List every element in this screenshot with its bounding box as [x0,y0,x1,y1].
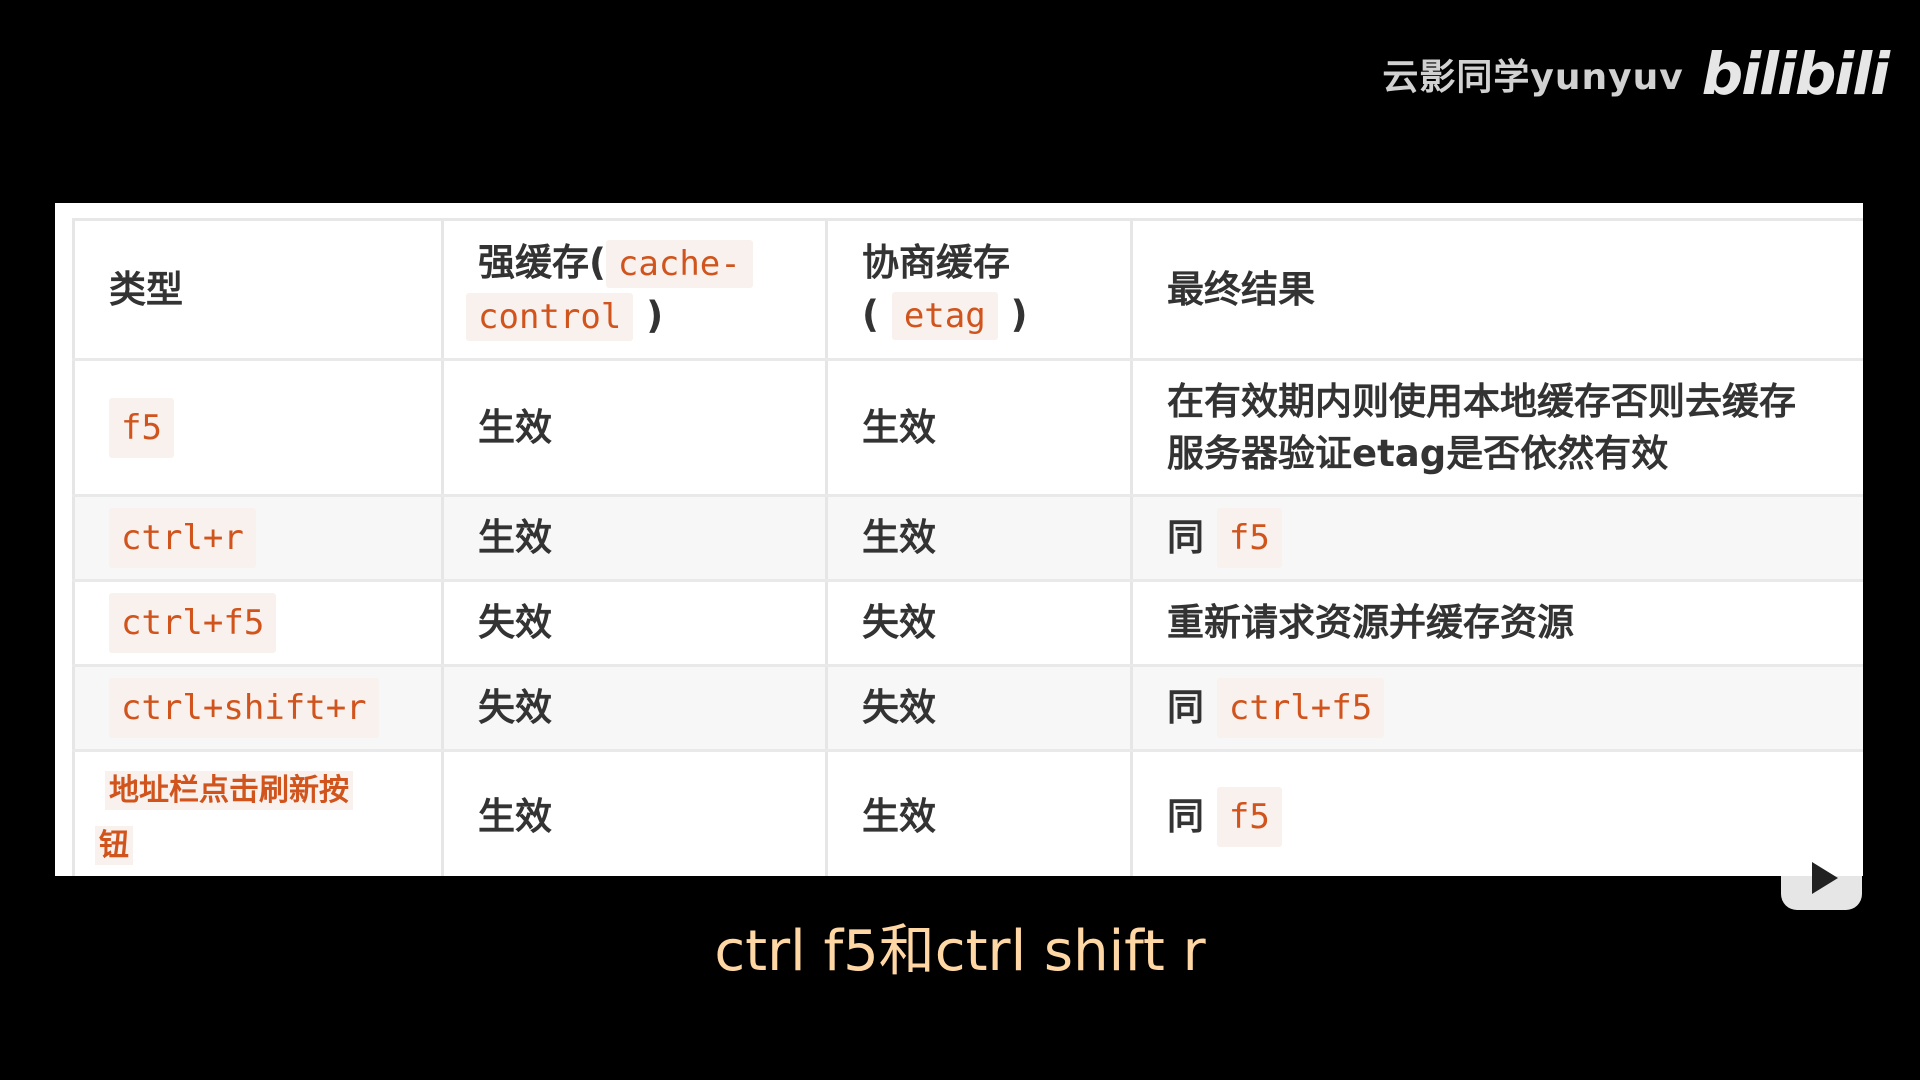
cell-result: 同 f5 [1130,497,1863,579]
cell-result: 重新请求资源并缓存资源 [1130,582,1863,664]
video-subtitle: ctrl f5和ctrl shift r [714,919,1206,984]
strong-status: 生效 [478,795,552,838]
code-etag: etag [891,292,998,340]
header-negotiate-text: 协商缓存 [862,241,1010,284]
header-strong-cache-label: 强缓存(cache- control ) [466,237,753,343]
table-panel: 类型 强缓存(cache- control ) 协商缓存 ( etag ) 最终… [55,203,1863,876]
negotiate-status: 生效 [862,405,936,449]
play-icon [1811,862,1838,894]
cell-key: ctrl+r [72,497,441,579]
header-type: 类型 [72,221,441,358]
key-line-1: 地址栏点击刷新按 [105,771,353,810]
strong-status: 生效 [478,516,552,559]
header-type-label: 类型 [109,267,183,311]
cell-key: ctrl+f5 [72,582,441,664]
negotiate-status: 生效 [862,516,936,559]
result-prefix: 同 [1167,795,1204,838]
key-code: ctrl+f5 [109,593,277,653]
header-result: 最终结果 [1130,221,1863,358]
cell-result: 在有效期内则使用本地缓存否则去缓存 服务器验证etag是否依然有效 [1130,361,1863,494]
cell-strong: 生效 [441,752,825,876]
strong-status: 失效 [478,601,552,644]
header-negotiate-cache: 协商缓存 ( etag ) [825,221,1130,358]
cell-negotiate: 生效 [825,361,1130,494]
result-code: f5 [1216,508,1282,568]
cell-negotiate: 失效 [825,582,1130,664]
strong-status: 生效 [478,405,552,449]
table-row: f5 生效 生效 在有效期内则使用本地缓存否则去缓存 服务器验证etag是否依然… [72,361,1863,497]
cell-result: 同 ctrl+f5 [1130,667,1863,749]
cell-strong: 失效 [441,582,825,664]
code-control: control [466,292,634,341]
table-row: ctrl+f5 失效 失效 重新请求资源并缓存资源 [72,582,1863,667]
result-line-2: 服务器验证etag是否依然有效 [1167,431,1669,475]
header-strong-suffix: ) [646,293,664,337]
cell-key: f5 [72,361,441,494]
header-result-label: 最终结果 [1167,267,1315,311]
cell-strong: 失效 [441,667,825,749]
negotiate-status: 生效 [862,795,936,838]
cell-strong: 生效 [441,497,825,579]
header-negotiate-close: ) [1010,293,1028,336]
result-code: ctrl+f5 [1216,678,1385,738]
negotiate-status: 失效 [862,601,936,644]
header-negotiate-open: ( [862,293,879,336]
result-prefix: 同 [1167,516,1204,559]
cell-negotiate: 失效 [825,667,1130,749]
cell-result: 同 f5 [1130,752,1863,876]
key-code: ctrl+r [109,508,256,568]
cell-key: 地址栏点击刷新按 钮 [72,752,441,876]
key-line-2: 钮 [95,826,133,865]
table-row: ctrl+shift+r 失效 失效 同 ctrl+f5 [72,667,1863,752]
result-text: 重新请求资源并缓存资源 [1167,601,1574,644]
table-row: 地址栏点击刷新按 钮 生效 生效 同 f5 [72,752,1863,876]
header-negotiate-label: 协商缓存 ( etag ) [862,237,1028,342]
key-code: f5 [109,397,174,458]
table-header-row: 类型 强缓存(cache- control ) 协商缓存 ( etag ) 最终… [72,221,1863,361]
result-text: 在有效期内则使用本地缓存否则去缓存 服务器验证etag是否依然有效 [1167,376,1796,480]
code-cache: cache- [605,239,753,288]
uploader-name: 云影同学yunyuv [1382,57,1684,98]
result-line-1: 在有效期内则使用本地缓存否则去缓存 [1167,379,1796,423]
result-prefix: 同 [1167,686,1204,729]
play-button[interactable] [1781,846,1862,910]
cache-table: 类型 强缓存(cache- control ) 协商缓存 ( etag ) 最终… [72,218,1863,876]
bilibili-logo: bilibili [1701,40,1890,108]
header-strong-prefix: 强缓存( [478,240,606,284]
result-code: f5 [1216,787,1282,847]
header-strong-cache: 强缓存(cache- control ) [441,221,825,358]
key-cjk-text: 地址栏点击刷新按 钮 [95,762,353,872]
video-watermark: 云影同学yunyuv bilibili [1382,40,1890,108]
cell-negotiate: 生效 [825,752,1130,876]
cell-strong: 生效 [441,361,825,494]
negotiate-status: 失效 [862,686,936,729]
key-code: ctrl+shift+r [109,678,379,738]
cell-key: ctrl+shift+r [72,667,441,749]
strong-status: 失效 [478,686,552,729]
table-row: ctrl+r 生效 生效 同 f5 [72,497,1863,582]
cell-negotiate: 生效 [825,497,1130,579]
